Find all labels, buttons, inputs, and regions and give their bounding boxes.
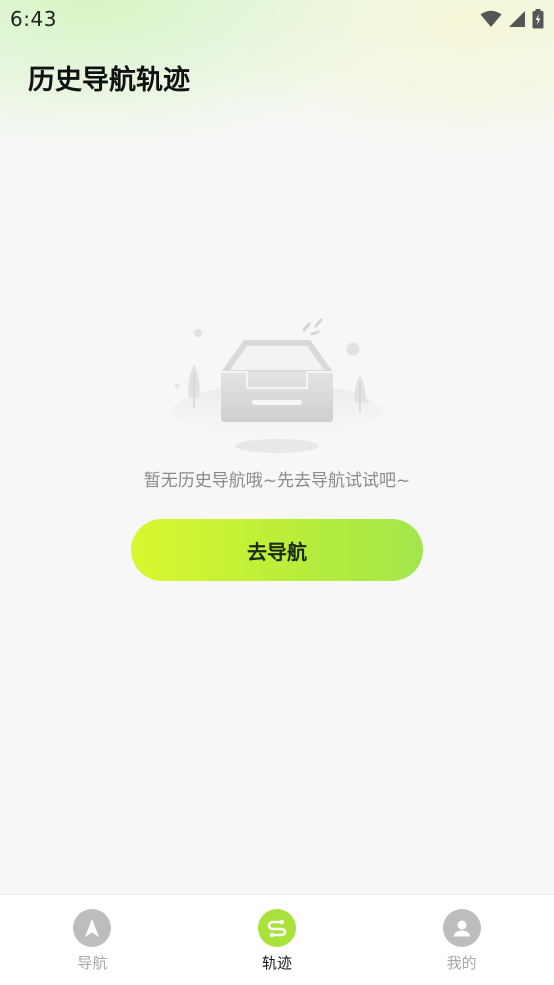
page-title: 历史导航轨迹 (28, 65, 190, 96)
user-profile-icon (442, 909, 481, 947)
status-icons (480, 9, 544, 29)
navigation-arrow-icon (73, 909, 112, 947)
tab-label: 轨迹 (262, 954, 293, 972)
tab-profile[interactable]: 我的 (369, 895, 554, 985)
empty-inbox-tray-illustration (170, 318, 384, 453)
track-route-icon (258, 909, 296, 947)
tab-label: 导航 (77, 954, 108, 972)
wifi-icon (480, 10, 502, 27)
status-bar: 6:43 (0, 0, 554, 38)
status-time: 6:43 (10, 7, 57, 31)
tab-label: 我的 (446, 954, 477, 972)
go-navigate-button[interactable]: 去导航 (131, 519, 423, 581)
battery-charging-icon (532, 9, 544, 29)
empty-state-message: 暂无历史导航哦~先去导航试试吧~ (143, 471, 411, 491)
tab-navigation[interactable]: 导航 (0, 895, 185, 985)
bottom-tab-bar: 导航 轨迹 我的 (0, 894, 554, 985)
cell-signal-icon (509, 11, 525, 27)
tab-track[interactable]: 轨迹 (185, 895, 370, 985)
